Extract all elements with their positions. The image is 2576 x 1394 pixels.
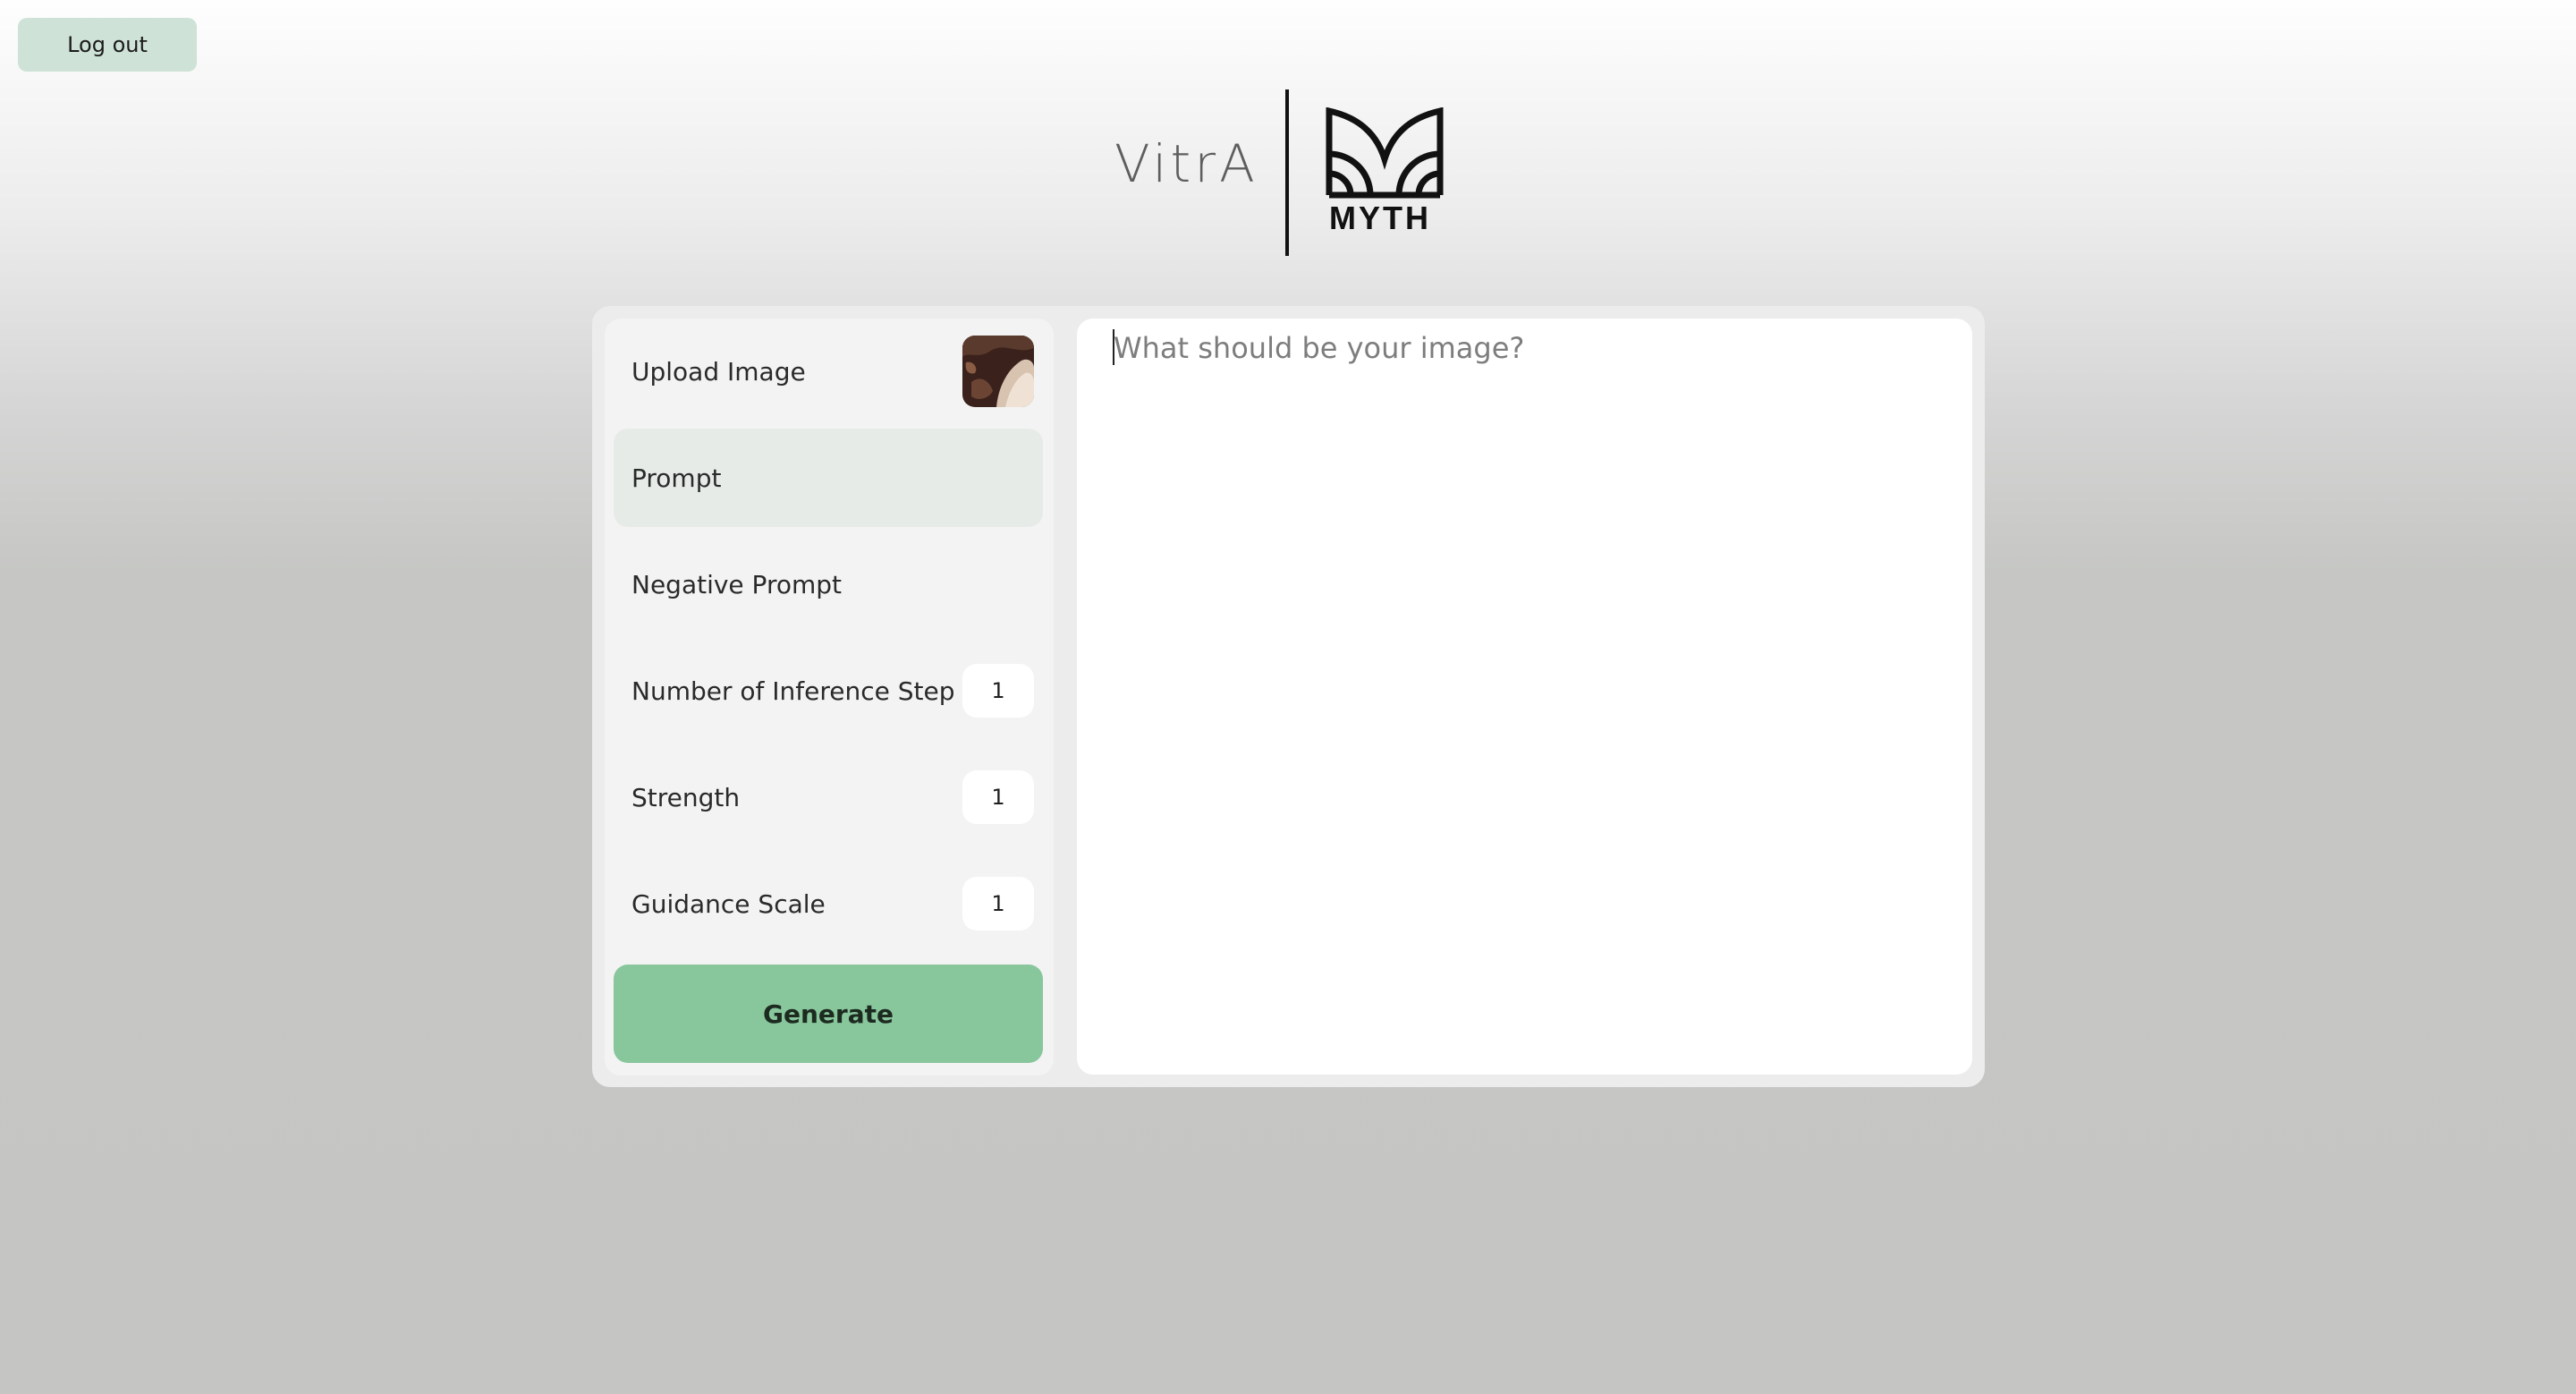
strength-row: Strength 1 [614, 748, 1043, 846]
strength-label: Strength [631, 782, 741, 812]
prompt-tab[interactable]: Prompt [614, 429, 1043, 527]
negative-prompt-label: Negative Prompt [631, 569, 843, 599]
vitra-logo: VitrA [1114, 133, 1258, 194]
generator-panel: Upload Image Prompt Negative Prompt Numb… [592, 306, 1985, 1087]
prompt-textarea[interactable]: What should be your image? [1077, 319, 1972, 1075]
myth-logo-icon [1326, 107, 1444, 199]
myth-wordmark: MYTH [1329, 200, 1431, 236]
inference-steps-row: Number of Inference Step 1 [614, 642, 1043, 740]
logout-button[interactable]: Log out [18, 18, 197, 72]
upload-image-row[interactable]: Upload Image [614, 322, 1043, 421]
prompt-placeholder: What should be your image? [1114, 331, 1525, 365]
guidance-scale-label: Guidance Scale [631, 888, 826, 919]
strength-input[interactable]: 1 [962, 770, 1034, 824]
logo-divider [1285, 89, 1289, 256]
brand-logo: VitrA MYTH [1107, 89, 1447, 259]
prompt-label: Prompt [631, 463, 722, 493]
guidance-scale-row: Guidance Scale 1 [614, 854, 1043, 953]
guidance-scale-input[interactable]: 1 [962, 877, 1034, 931]
upload-image-label: Upload Image [631, 356, 806, 387]
settings-sidebar: Upload Image Prompt Negative Prompt Numb… [605, 319, 1054, 1075]
negative-prompt-tab[interactable]: Negative Prompt [614, 535, 1043, 633]
thumbnail-image [962, 336, 1034, 407]
generate-button[interactable]: Generate [614, 965, 1043, 1063]
uploaded-image-thumbnail[interactable] [962, 336, 1034, 407]
inference-steps-label: Number of Inference Step [631, 676, 955, 706]
inference-steps-input[interactable]: 1 [962, 664, 1034, 718]
